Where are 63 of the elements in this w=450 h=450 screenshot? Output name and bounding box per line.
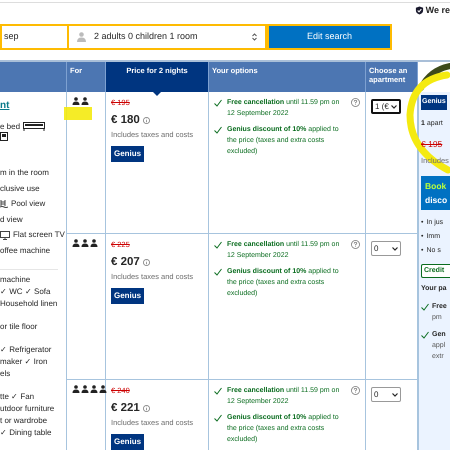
price: € 207 <box>111 255 140 270</box>
room-feature: offee machine <box>0 244 50 257</box>
bed-icon <box>23 122 46 131</box>
facility-text: utdoor furniture <box>0 402 56 415</box>
person-icon <box>77 32 86 42</box>
check-icon <box>214 414 222 422</box>
guests-field[interactable]: 2 adults 0 children 1 room <box>67 24 267 50</box>
check-icon <box>421 330 429 339</box>
edit-search-button[interactable]: Edit search <box>267 24 392 50</box>
facility-text: or tile floor <box>0 320 38 333</box>
check-icon <box>214 126 222 134</box>
room-name-link[interactable]: nt <box>0 100 10 111</box>
check-icon <box>214 387 222 395</box>
genius-badge: Genius <box>111 288 144 304</box>
info-icon[interactable] <box>142 259 150 266</box>
pool-icon <box>0 200 8 208</box>
price: € 221 <box>111 401 140 416</box>
genius-badge: Genius <box>111 434 144 450</box>
pointer-icon <box>152 91 162 96</box>
occupancy-icon <box>72 97 89 105</box>
help-icon[interactable] <box>351 240 360 250</box>
facility-text: maker ✓ Iron <box>0 356 48 368</box>
check-icon <box>214 268 222 276</box>
help-icon[interactable] <box>351 98 360 108</box>
trust-note: We re <box>426 4 450 17</box>
room-feature: e bed <box>0 121 20 132</box>
quantity-select[interactable]: 0 <box>371 241 401 256</box>
occupancy-icon <box>72 239 98 247</box>
facility-text: Household linen <box>0 298 58 310</box>
check-icon <box>214 99 222 107</box>
room-feature: Flat screen TV <box>13 229 65 242</box>
highlight-mark <box>64 107 92 120</box>
caret-icon <box>391 104 397 108</box>
check-icon <box>421 302 429 311</box>
quantity-select[interactable]: 0 <box>371 387 401 402</box>
check-icon <box>214 241 222 249</box>
room-feature: d view <box>0 214 23 226</box>
date-field[interactable]: sep <box>0 24 67 50</box>
book-button[interactable]: Book disco <box>421 176 450 210</box>
caret-icon <box>392 246 398 250</box>
info-icon[interactable] <box>142 405 150 412</box>
facility-text: ✓ Dining table <box>0 426 52 439</box>
help-icon[interactable] <box>351 386 360 396</box>
room-feature: m in the room <box>0 167 49 179</box>
room-feature: clusive use <box>0 182 40 195</box>
facility-text: els <box>0 368 12 380</box>
price: € 180 <box>111 113 140 128</box>
appliance-icon <box>0 132 8 141</box>
table-header <box>0 62 67 92</box>
room-feature: Pool view <box>11 198 46 210</box>
facility-text: ✓ Refrigerator <box>0 344 52 356</box>
occupancy-icon <box>72 385 107 393</box>
genius-badge: Genius <box>111 146 144 162</box>
up-down-icon <box>252 33 257 41</box>
facility-text: ✓ WC ✓ Sofa <box>0 286 52 298</box>
tv-icon <box>0 230 10 240</box>
facility-text: machine <box>0 274 32 286</box>
quantity-select[interactable]: 1 (€ <box>371 99 401 114</box>
shield-check-icon <box>414 6 424 16</box>
facility-text: tte ✓ Fan <box>0 390 36 403</box>
caret-icon <box>392 392 398 396</box>
facility-text: t or wardrobe <box>0 414 48 427</box>
info-icon[interactable] <box>142 117 150 124</box>
